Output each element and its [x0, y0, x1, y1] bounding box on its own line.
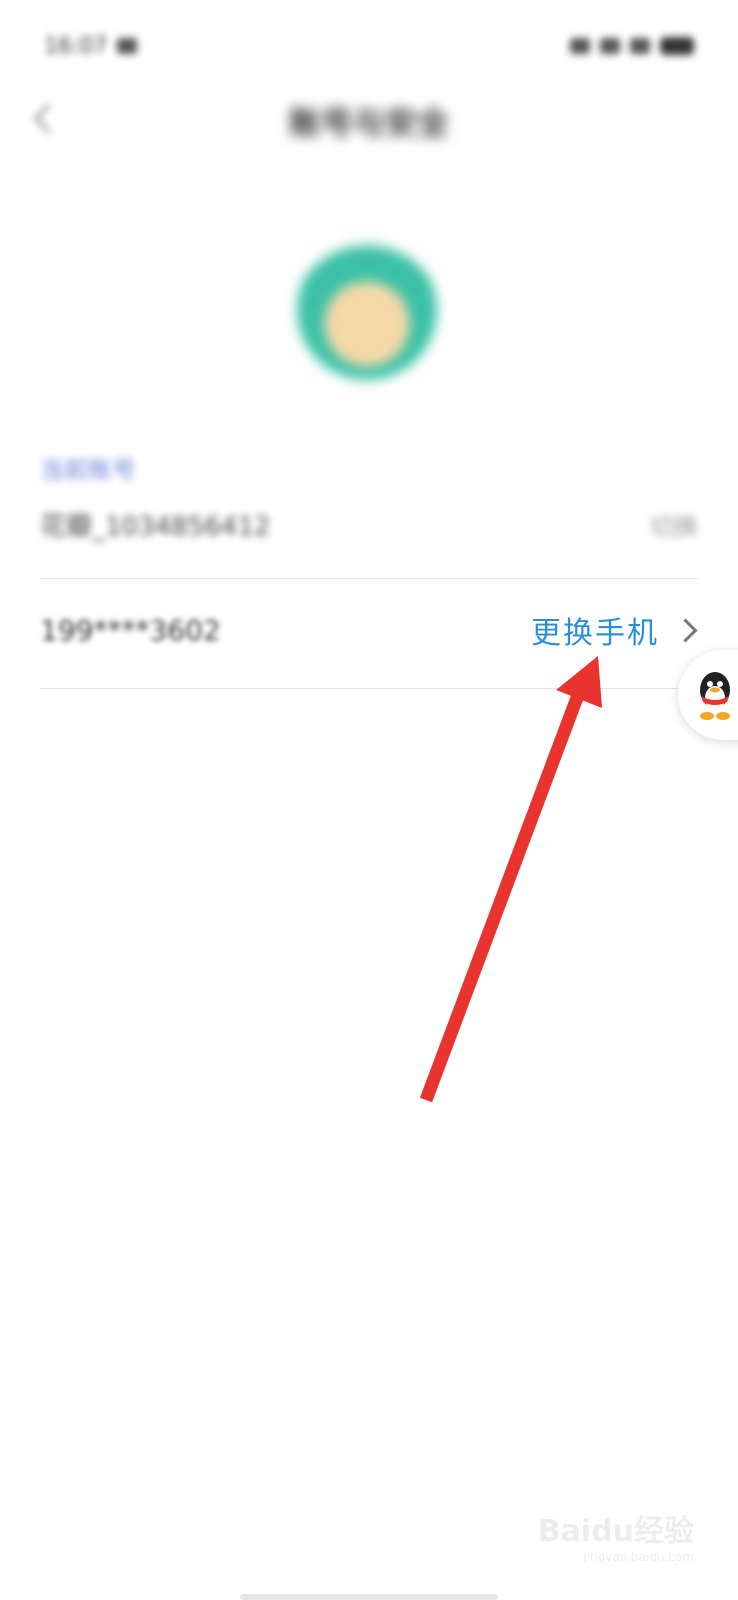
change-phone-label: 更换手机	[531, 616, 659, 651]
chevron-right-icon	[673, 617, 698, 643]
page-title: 账号与安全	[288, 104, 449, 142]
account-username: 花瓣_1034856412	[40, 511, 271, 542]
account-section: 当前账号 花瓣_1034856412 切换	[40, 450, 698, 579]
change-phone-button[interactable]: 更换手机	[531, 608, 698, 652]
phone-row[interactable]: 199****3602 更换手机	[40, 590, 698, 670]
notification-icon	[117, 38, 138, 54]
watermark-url: jingyan.baidu.com	[583, 1550, 694, 1564]
status-right	[570, 37, 694, 55]
status-bar: 16:07	[44, 26, 694, 66]
avatar[interactable]	[297, 240, 437, 380]
divider	[40, 578, 698, 579]
status-time: 16:07	[44, 33, 108, 59]
battery-icon	[660, 37, 694, 55]
home-indicator	[240, 1594, 498, 1600]
status-left: 16:07	[44, 33, 138, 59]
baidu-watermark: Baidu经验 jingyan.baidu.com	[538, 1506, 694, 1564]
watermark-brand: Baidu经验	[537, 1514, 694, 1549]
network-icon	[630, 38, 650, 54]
qq-penguin-icon	[700, 672, 730, 720]
header: 账号与安全	[0, 88, 738, 148]
signal-icon	[570, 38, 590, 54]
screen: 16:07 账号与安全 当前账号 花瓣_1034856412 切换 199***…	[0, 0, 738, 1600]
phone-number: 199****3602	[40, 613, 221, 647]
account-row[interactable]: 花瓣_1034856412 切换	[40, 504, 698, 544]
switch-account-button[interactable]: 切换	[650, 507, 698, 542]
wifi-icon	[600, 38, 620, 54]
phone-divider	[40, 688, 698, 689]
current-account-label: 当前账号	[40, 456, 136, 484]
